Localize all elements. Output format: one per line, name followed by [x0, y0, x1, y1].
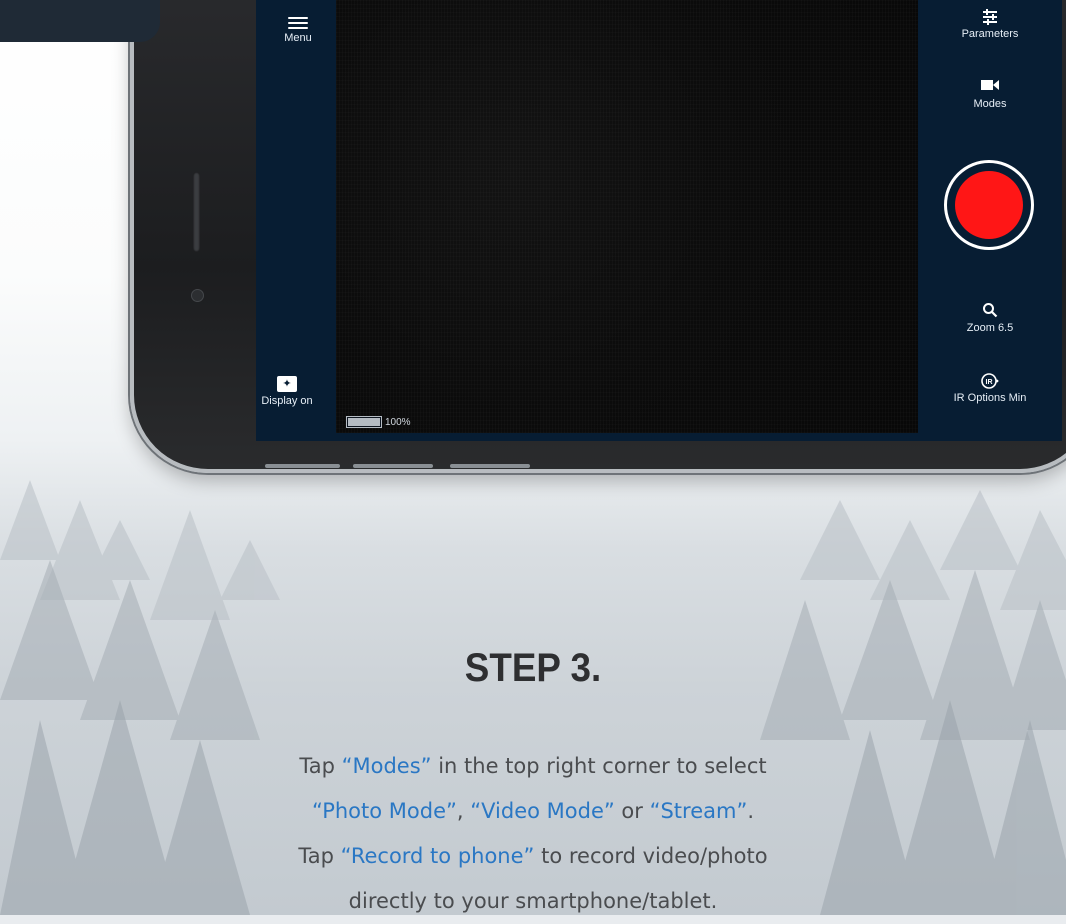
text-segment: ,: [456, 799, 471, 823]
highlight-photo-mode: “Photo Mode”: [311, 799, 457, 823]
description-line: Tap “Modes” in the top right corner to s…: [0, 744, 1066, 789]
record-icon: [955, 171, 1023, 239]
ir-icon: IR: [918, 372, 1062, 392]
svg-text:IR: IR: [986, 379, 993, 386]
ir-options-label: IR Options Min: [953, 392, 1027, 404]
phone-camera: [191, 289, 204, 302]
zoom-label: Zoom 6.5: [966, 322, 1014, 334]
sliders-icon: [918, 8, 1062, 28]
description-line: directly to your smartphone/tablet.: [348, 889, 718, 913]
display-on-button[interactable]: ✦ Display on: [256, 376, 318, 407]
device-corner: [0, 0, 160, 42]
text-segment: or: [614, 799, 650, 823]
video-camera-icon: [918, 78, 1062, 98]
highlight-video-mode: “Video Mode”: [470, 799, 615, 823]
description-line: “Photo Mode”, “Video Mode” or “Stream”.: [0, 789, 1066, 834]
parameters-button[interactable]: Parameters: [918, 8, 1062, 40]
step-title: STEP 3.: [464, 646, 602, 690]
text-segment: Tap: [298, 844, 341, 868]
battery-indicator: 100%: [346, 416, 411, 428]
ir-options-button[interactable]: IR IR Options Min: [918, 372, 1062, 404]
highlight-stream: “Stream”: [649, 799, 748, 823]
battery-percent: 100%: [385, 416, 411, 428]
left-toolbar: Menu ✦ Display on: [256, 0, 336, 441]
menu-label: Menu: [284, 32, 312, 44]
record-button[interactable]: [944, 160, 1034, 250]
battery-fill: [348, 418, 380, 426]
modes-button[interactable]: Modes: [918, 78, 1062, 110]
side-button: [353, 464, 433, 468]
step-description: Tap “Modes” in the top right corner to s…: [0, 744, 1066, 924]
zoom-button[interactable]: Zoom 6.5: [918, 302, 1062, 334]
text-segment: .: [747, 799, 755, 823]
text-segment: Tap: [299, 754, 342, 778]
display-label: Display on: [261, 395, 313, 407]
parameters-label: Parameters: [961, 28, 1019, 40]
description-line: Tap “Record to phone” to record video/ph…: [0, 834, 1066, 879]
modes-label: Modes: [973, 98, 1007, 110]
battery-icon: [346, 416, 382, 428]
magnifier-icon: [918, 302, 1062, 322]
menu-button[interactable]: Menu: [276, 14, 320, 44]
camera-viewfinder: [336, 0, 918, 433]
side-button: [265, 464, 340, 468]
text-segment: in the top right corner to select: [431, 754, 767, 778]
hamburger-icon: [288, 17, 308, 29]
app-screen: Menu ✦ Display on 100% Parameters Modes: [256, 0, 1062, 441]
text-segment: to record video/photo: [534, 844, 768, 868]
side-button: [450, 464, 530, 468]
highlight-modes: “Modes”: [341, 754, 432, 778]
phone-speaker: [193, 172, 200, 252]
display-brightness-icon: ✦: [277, 376, 297, 392]
highlight-record-to-phone: “Record to phone”: [340, 844, 535, 868]
